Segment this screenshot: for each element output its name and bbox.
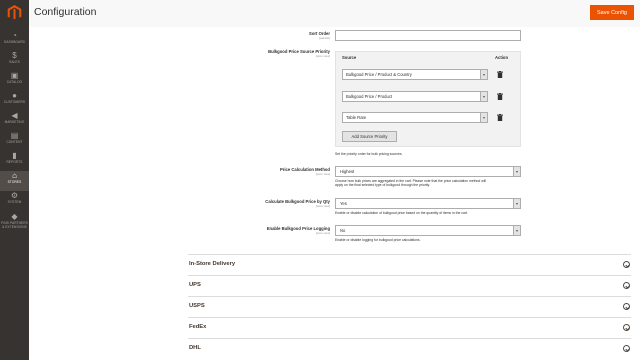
sidebar-item-reports[interactable]: ▮ Reports xyxy=(0,151,29,171)
logging-select[interactable]: No xyxy=(335,225,521,236)
sidebar-item-sales[interactable]: $ Sales xyxy=(0,51,29,71)
config-content: Sort Order [website] Bulkgood Price Sour… xyxy=(29,27,640,360)
section-dhl[interactable]: DHL xyxy=(188,338,631,359)
chevron-down-icon xyxy=(513,167,520,176)
save-config-button[interactable]: Save Config xyxy=(590,5,634,20)
add-source-priority-button[interactable]: Add Source Priority xyxy=(342,131,397,142)
calc-method-select[interactable]: Highest xyxy=(335,166,521,177)
section-title: USPS xyxy=(189,303,205,309)
magento-logo-icon[interactable] xyxy=(7,5,22,20)
section-fedex[interactable]: FedEx xyxy=(188,317,631,338)
sidebar-item-dashboard[interactable]: ◔ Dashboard xyxy=(0,31,29,51)
trash-icon[interactable] xyxy=(497,71,503,78)
calc-by-qty-select[interactable]: Yes xyxy=(335,198,521,209)
calc-by-qty-label: Calculate Bulkgood Price by Qty [store v… xyxy=(220,199,330,208)
sidebar-item-stores[interactable]: ⌂ Stores xyxy=(0,171,29,191)
section-title: UPS xyxy=(189,282,201,288)
trash-icon[interactable] xyxy=(497,93,503,100)
sidebar-item-marketing[interactable]: ◀ Marketing xyxy=(0,111,29,131)
expand-toggle-icon[interactable] xyxy=(623,345,630,352)
section-title: In-Store Delivery xyxy=(189,261,236,267)
calc-method-note: Choose how bulk prices are aggregated in… xyxy=(335,179,486,188)
source-priority-select[interactable]: Bulkgood Price / Product & Country xyxy=(342,69,488,80)
source-priority-table: Source Action Bulkgood Price / Product &… xyxy=(335,51,521,147)
section-title: DHL xyxy=(189,345,201,351)
column-header-action: Action xyxy=(495,55,509,60)
section-ups[interactable]: UPS xyxy=(188,275,631,296)
source-priority-select[interactable]: Table Rate xyxy=(342,112,488,123)
trash-icon[interactable] xyxy=(497,114,503,121)
sidebar-item-system[interactable]: ⚙ System xyxy=(0,191,29,211)
scope-label: [store view] xyxy=(315,54,330,58)
chevron-down-icon xyxy=(513,199,520,208)
logging-note: Enable or disable logging for bulkgood p… xyxy=(335,238,421,242)
sidebar-item-partners[interactable]: ◆ Find Partners & Extensions xyxy=(0,212,29,236)
chevron-down-icon xyxy=(513,226,520,235)
source-priority-note: Set the priority order for bulk pricing … xyxy=(335,152,403,156)
admin-sidebar: ◔ Dashboard $ Sales ▣ Catalog ● Customer… xyxy=(0,0,29,360)
scope-label: [website] xyxy=(318,36,330,40)
logging-label: Enable Bulkgood Price Logging [store vie… xyxy=(220,226,330,235)
column-header-source: Source xyxy=(342,55,357,60)
page-title: Configuration xyxy=(34,6,97,18)
expand-toggle-icon[interactable] xyxy=(623,303,630,310)
section-usps[interactable]: USPS xyxy=(188,296,631,317)
calc-by-qty-note: Enable or disable calculation of bulkgoo… xyxy=(335,211,468,215)
source-priority-label: Bulkgood Price Source Priority [store vi… xyxy=(220,49,330,58)
sort-order-label: Sort Order [website] xyxy=(220,31,330,40)
sidebar-item-content[interactable]: ▤ Content xyxy=(0,131,29,151)
scope-label: [store view] xyxy=(315,172,330,176)
source-priority-select[interactable]: Bulkgood Price / Product xyxy=(342,91,488,102)
sidebar-item-catalog[interactable]: ▣ Catalog xyxy=(0,71,29,91)
scope-label: [store view] xyxy=(315,204,330,208)
chevron-down-icon xyxy=(480,113,487,122)
expand-toggle-icon[interactable] xyxy=(623,261,630,268)
sidebar-item-customers[interactable]: ● Customers xyxy=(0,91,29,111)
expand-toggle-icon[interactable] xyxy=(623,324,630,331)
chevron-down-icon xyxy=(480,70,487,79)
chevron-down-icon xyxy=(480,92,487,101)
expand-toggle-icon[interactable] xyxy=(623,282,630,289)
scope-label: [store view] xyxy=(315,231,330,235)
calc-method-label: Price Calculation Method [store view] xyxy=(220,167,330,176)
sort-order-input[interactable] xyxy=(335,30,521,41)
page-header: Configuration Save Config xyxy=(29,0,640,27)
section-in-store-delivery[interactable]: In-Store Delivery xyxy=(188,254,631,275)
section-title: FedEx xyxy=(189,324,207,330)
